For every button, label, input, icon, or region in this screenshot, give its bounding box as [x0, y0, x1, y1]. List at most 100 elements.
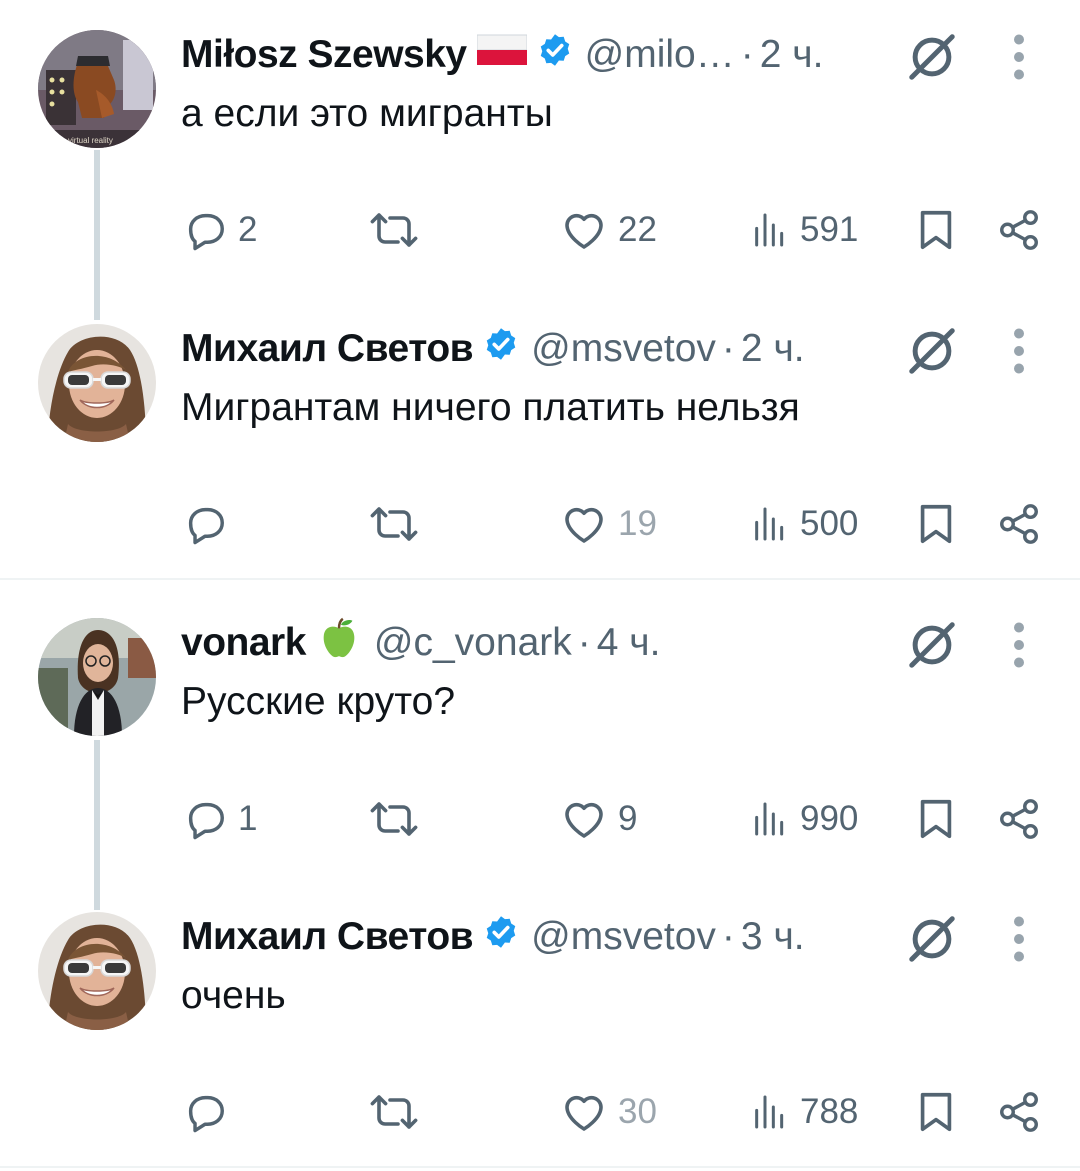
- retweet-icon: [370, 1088, 418, 1136]
- like-icon: [560, 206, 608, 254]
- share-button[interactable]: [996, 794, 1042, 844]
- action-bar: 2 22 591: [0, 205, 1080, 255]
- share-icon: [996, 1089, 1042, 1135]
- timestamp[interactable]: 4 ч.: [597, 621, 661, 665]
- green-apple-icon: [316, 615, 362, 671]
- author-name[interactable]: Михаил Светов: [181, 915, 474, 959]
- tweet-header: Михаил Светов @msvetov · 2 ч.: [181, 324, 805, 374]
- retweet-button[interactable]: [370, 794, 418, 844]
- retweet-button[interactable]: [370, 205, 418, 255]
- flag-poland-icon: [476, 33, 528, 77]
- action-bar: 1 9 990: [0, 794, 1080, 844]
- retweet-button[interactable]: [370, 1087, 418, 1137]
- author-handle[interactable]: @msvetov: [531, 915, 716, 959]
- divider: [0, 578, 1080, 580]
- tweet-header: vonark @c_vonark · 4 ч.: [181, 615, 661, 671]
- reply-button[interactable]: 2: [182, 205, 257, 255]
- tweet-text: Русские круто?: [181, 680, 456, 723]
- avatar[interactable]: virtual reality: [38, 30, 156, 148]
- action-bar: 30 788: [0, 1087, 1080, 1137]
- author-name[interactable]: vonark: [181, 621, 306, 665]
- timestamp[interactable]: 3 ч.: [741, 915, 805, 959]
- divider: [0, 1166, 1080, 1168]
- grok-icon[interactable]: [905, 30, 959, 84]
- views-count: 591: [800, 210, 859, 249]
- verified-icon: [537, 32, 573, 78]
- action-bar: 19 500: [0, 499, 1080, 549]
- reply-count: 2: [238, 210, 258, 249]
- separator-dot: ·: [721, 327, 735, 370]
- bookmark-button[interactable]: [913, 205, 959, 255]
- like-count: 19: [618, 504, 657, 543]
- bookmark-icon: [913, 796, 959, 842]
- bookmark-button[interactable]: [913, 794, 959, 844]
- author-name[interactable]: Михаил Светов: [181, 327, 474, 371]
- reply-button[interactable]: [182, 1087, 238, 1137]
- views-icon: [750, 208, 790, 252]
- avatar[interactable]: [38, 618, 156, 736]
- author-handle[interactable]: @milo…: [585, 33, 735, 77]
- like-icon: [560, 1088, 608, 1136]
- bookmark-icon: [913, 501, 959, 547]
- share-button[interactable]: [996, 1087, 1042, 1137]
- reply-button[interactable]: 1: [182, 794, 257, 844]
- separator-dot: ·: [577, 621, 591, 664]
- timestamp[interactable]: 2 ч.: [760, 33, 824, 77]
- like-count: 9: [618, 799, 638, 838]
- more-icon[interactable]: [1004, 620, 1034, 670]
- avatar[interactable]: [38, 912, 156, 1030]
- views-count: 990: [800, 799, 859, 838]
- like-button[interactable]: 19: [560, 499, 657, 549]
- more-icon[interactable]: [1004, 326, 1034, 376]
- bookmark-icon: [913, 207, 959, 253]
- views-icon: [750, 1090, 790, 1134]
- more-icon[interactable]: [1004, 914, 1034, 964]
- views-icon: [750, 502, 790, 546]
- views-button[interactable]: 591: [750, 205, 858, 255]
- views-button[interactable]: 500: [750, 499, 858, 549]
- grok-icon[interactable]: [905, 324, 959, 378]
- like-count: 30: [618, 1092, 657, 1131]
- grok-icon[interactable]: [905, 912, 959, 966]
- bookmark-icon: [913, 1089, 959, 1135]
- author-handle[interactable]: @msvetov: [531, 327, 716, 371]
- share-icon: [996, 501, 1042, 547]
- views-button[interactable]: 990: [750, 794, 858, 844]
- like-button[interactable]: 9: [560, 794, 637, 844]
- separator-dot: ·: [740, 33, 754, 76]
- author-name[interactable]: Miłosz Szewsky: [181, 33, 467, 77]
- author-handle[interactable]: @c_vonark: [374, 621, 572, 665]
- share-icon: [996, 796, 1042, 842]
- like-icon: [560, 500, 608, 548]
- timestamp[interactable]: 2 ч.: [741, 327, 805, 371]
- verified-icon: [483, 326, 519, 372]
- views-count: 788: [800, 1092, 859, 1131]
- tweet-text: а если это мигранты: [181, 92, 553, 135]
- share-icon: [996, 207, 1042, 253]
- like-icon: [560, 795, 608, 843]
- like-count: 22: [618, 210, 657, 249]
- tweet-text: Мигрантам ничего платить нельзя: [181, 386, 800, 429]
- reply-icon: [182, 1089, 228, 1135]
- retweet-icon: [370, 206, 418, 254]
- share-button[interactable]: [996, 205, 1042, 255]
- like-button[interactable]: 22: [560, 205, 657, 255]
- bookmark-button[interactable]: [913, 1087, 959, 1137]
- more-icon[interactable]: [1004, 32, 1034, 82]
- retweet-icon: [370, 795, 418, 843]
- tweet-header: Miłosz Szewsky @milo… · 2 ч.: [181, 30, 823, 80]
- reply-button[interactable]: [182, 499, 238, 549]
- views-button[interactable]: 788: [750, 1087, 858, 1137]
- separator-dot: ·: [721, 915, 735, 958]
- reply-count: 1: [238, 799, 258, 838]
- retweet-button[interactable]: [370, 499, 418, 549]
- avatar-caption: virtual reality: [68, 136, 113, 145]
- views-icon: [750, 797, 790, 841]
- grok-icon[interactable]: [905, 618, 959, 672]
- bookmark-button[interactable]: [913, 499, 959, 549]
- like-button[interactable]: 30: [560, 1087, 657, 1137]
- reply-icon: [182, 207, 228, 253]
- reply-icon: [182, 501, 228, 547]
- avatar[interactable]: [38, 324, 156, 442]
- share-button[interactable]: [996, 499, 1042, 549]
